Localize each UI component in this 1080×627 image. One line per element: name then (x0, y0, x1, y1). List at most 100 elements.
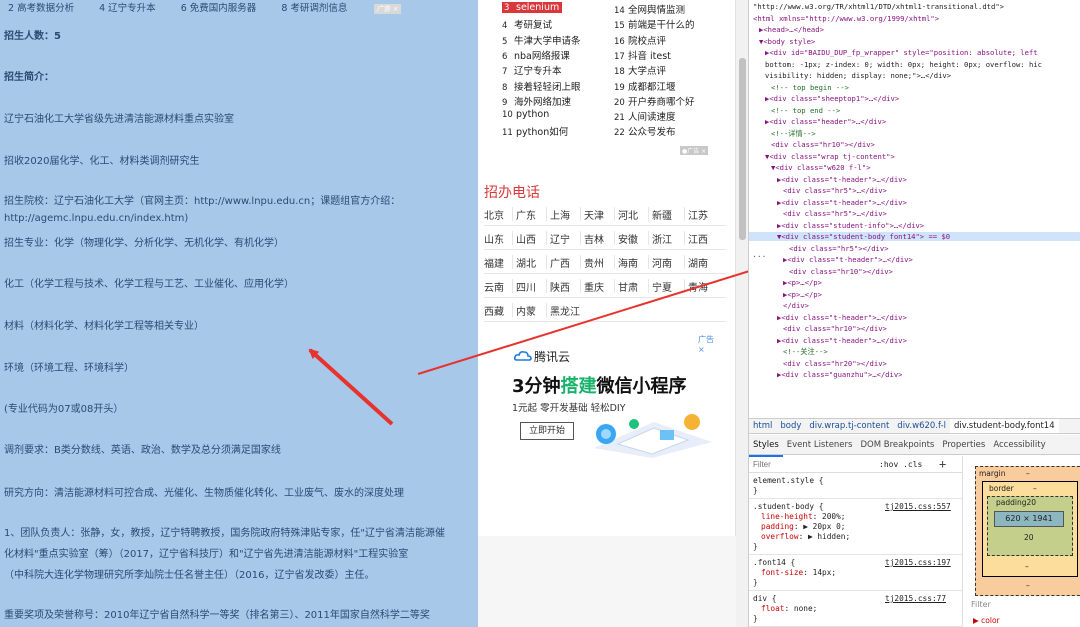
dom-node[interactable]: </div> (783, 301, 809, 310)
province-link[interactable]: 陕西 (550, 279, 570, 294)
dom-node[interactable]: ▼<div class="w620 f-l"> (771, 163, 871, 172)
dom-node[interactable]: <!--详情--> (771, 129, 816, 139)
tencent-cloud-ad[interactable]: 广告 × 腾讯云 3分钟搭建微信小程序 1元起 零开发基础 轻松DIY 立即开始 (506, 332, 718, 458)
breadcrumb-item[interactable]: div.student-body.font14 (949, 419, 1059, 433)
province-link[interactable]: 广东 (516, 207, 536, 222)
css-declaration[interactable]: padding: ▶ 20px 0; (761, 522, 846, 531)
css-rule-selector[interactable]: element.style { (753, 476, 823, 485)
dom-node[interactable]: ▶<p>…</p> (783, 290, 822, 299)
dom-node[interactable]: <!-- top begin --> (771, 83, 849, 92)
dom-node[interactable]: visibility: hidden; display: none;">…</d… (765, 71, 951, 80)
province-link[interactable]: 贵州 (584, 255, 604, 270)
topbar-link[interactable]: 4 辽宁专升本 (99, 3, 156, 14)
styles-filter-input[interactable] (753, 459, 863, 470)
css-rule-selector[interactable]: div {tj2015.css:77 (753, 594, 946, 603)
dom-node[interactable]: ▶<div class="t-header">…</div> (783, 255, 913, 264)
box-model-margin[interactable]: margin – border – padding20 620 × 1941 2… (975, 466, 1080, 596)
province-link[interactable]: 内蒙 (516, 303, 536, 318)
hot-search-item[interactable]: 8 接着轻轻闭上眼 (502, 79, 581, 93)
province-link[interactable]: 江西 (688, 231, 708, 246)
breadcrumb-item[interactable]: div.wrap.tj-content (805, 419, 893, 433)
hot-search-item[interactable]: 11 python如何 (502, 124, 568, 138)
dom-node[interactable]: ▶<div id="BAIDU_DUP_fp_wrapper" style="p… (765, 48, 1038, 57)
css-source-link[interactable]: tj2015.css:77 (885, 594, 946, 603)
ad-start-button[interactable]: 立即开始 (520, 422, 574, 440)
hot-search-item[interactable]: 18 大学点评 (614, 63, 666, 77)
province-link[interactable]: 青海 (688, 279, 708, 294)
tab-accessibility[interactable]: Accessibility (989, 435, 1049, 455)
province-link[interactable]: 新疆 (652, 207, 672, 222)
tab-dom-breakpoints[interactable]: DOM Breakpoints (856, 435, 938, 455)
dom-node[interactable]: ▼<body style> (759, 37, 815, 46)
dom-node[interactable]: ▼<div class="wrap tj-content"> (765, 152, 895, 161)
dom-node[interactable]: <div class="hr5"></div> (789, 244, 889, 253)
province-link[interactable]: 福建 (484, 255, 504, 270)
province-link[interactable]: 北京 (484, 207, 504, 222)
hot-search-item[interactable]: 15 前端是干什么的 (614, 17, 695, 31)
more-dots-icon[interactable]: ··· (752, 252, 766, 261)
css-source-link[interactable]: tj2015.css:557 (885, 502, 951, 511)
tab-styles[interactable]: Styles (749, 435, 783, 457)
dom-node[interactable]: <!--关注--> (783, 347, 828, 357)
hot-search-item[interactable]: 19 成都都江堰 (614, 79, 676, 93)
hot-search-item[interactable]: 6 nba网络报课 (502, 48, 570, 62)
topbar-link[interactable]: 2 高考数据分析 (8, 3, 74, 14)
province-link[interactable]: 上海 (550, 207, 570, 222)
elements-tree[interactable]: ··· "http://www.w3.org/TR/xhtml1/DTD/xht… (749, 0, 1080, 418)
dom-node[interactable]: <div class="hr20"></div> (783, 359, 887, 368)
hot-search-item[interactable]: 16 院校点评 (614, 33, 666, 47)
dom-node[interactable]: <div class="hr10"></div> (771, 140, 875, 149)
province-link[interactable]: 黑龙江 (550, 303, 580, 318)
dom-node[interactable]: "http://www.w3.org/TR/xhtml1/DTD/xhtml1-… (753, 2, 1004, 11)
province-link[interactable]: 天津 (584, 207, 604, 222)
breadcrumb-item[interactable]: html (749, 419, 776, 433)
province-link[interactable]: 河北 (618, 207, 638, 222)
province-link[interactable]: 甘肃 (618, 279, 638, 294)
province-link[interactable]: 重庆 (584, 279, 604, 294)
dom-node[interactable]: ▶<div class="header">…</div> (765, 117, 886, 126)
hot-search-item[interactable]: 17 抖音 itest (614, 48, 671, 62)
css-declaration[interactable]: float: none; (761, 604, 817, 613)
dom-node[interactable]: ▶<div class="t-header">…</div> (777, 175, 907, 184)
hot-search-item[interactable]: 10 python (502, 109, 549, 120)
hot-search-item[interactable]: 22 公众号发布 (614, 124, 676, 138)
box-model-padding[interactable]: padding20 620 × 1941 20 (987, 496, 1073, 556)
dom-node[interactable]: <div class="hr5">…</div> (783, 186, 887, 195)
dom-node[interactable]: <div class="hr10"></div> (783, 324, 887, 333)
province-link[interactable]: 辽宁 (550, 231, 570, 246)
hot-search-item[interactable]: 9 海外网络加速 (502, 94, 571, 108)
css-declaration[interactable]: font-size: 14px; (761, 568, 836, 577)
province-link[interactable]: 湖北 (516, 255, 536, 270)
scrollbar-thumb[interactable] (739, 58, 746, 240)
province-link[interactable]: 西藏 (484, 303, 504, 318)
dom-node[interactable]: ▶<div class="t-header">…</div> (777, 336, 907, 345)
add-rule-button[interactable]: + (939, 457, 946, 471)
box-model-border[interactable]: border – padding20 620 × 1941 20 – (982, 481, 1078, 577)
hot-search-item[interactable]: 4 考研复试 (502, 17, 552, 31)
dom-node[interactable]: bottom: -1px; z-index: 0; width: 0px; he… (765, 60, 1042, 69)
province-link[interactable]: 海南 (618, 255, 638, 270)
province-link[interactable]: 江苏 (688, 207, 708, 222)
dom-node[interactable]: ▶<div class="t-header">…</div> (777, 198, 907, 207)
province-link[interactable]: 广西 (550, 255, 570, 270)
hot-search-item[interactable]: 14 全网舆情监测 (614, 2, 685, 16)
css-declaration[interactable]: line-height: 200%; (761, 512, 846, 521)
css-rule-selector[interactable]: .student-body {tj2015.css:557 (753, 502, 951, 511)
province-link[interactable]: 河南 (652, 255, 672, 270)
css-rule-selector[interactable]: .font14 {tj2015.css:197 (753, 558, 951, 567)
ad-close[interactable]: 广告 × (698, 334, 718, 354)
hov-cls-toggle[interactable]: :hov .cls (879, 460, 922, 469)
computed-color-prop[interactable]: ▶ color (973, 616, 1000, 625)
hot-search-item[interactable]: 21 人间读速度 (614, 109, 676, 123)
dom-node[interactable]: <!-- top end --> (771, 106, 840, 115)
hot-search-item[interactable]: 7 辽宁专升本 (502, 63, 562, 77)
topbar-link[interactable]: 8 考研调剂信息 (281, 3, 347, 14)
dom-node[interactable]: <div class="hr10"></div> (789, 267, 893, 276)
topbar-link[interactable]: 6 免费国内服务器 (181, 3, 257, 14)
province-link[interactable]: 山西 (516, 231, 536, 246)
dom-node[interactable]: ▶<head>…</head> (759, 25, 824, 34)
province-link[interactable]: 四川 (516, 279, 536, 294)
province-link[interactable]: 吉林 (584, 231, 604, 246)
css-source-link[interactable]: tj2015.css:197 (885, 558, 951, 567)
dom-node[interactable]: ▶<div class="t-header">…</div> (777, 313, 907, 322)
